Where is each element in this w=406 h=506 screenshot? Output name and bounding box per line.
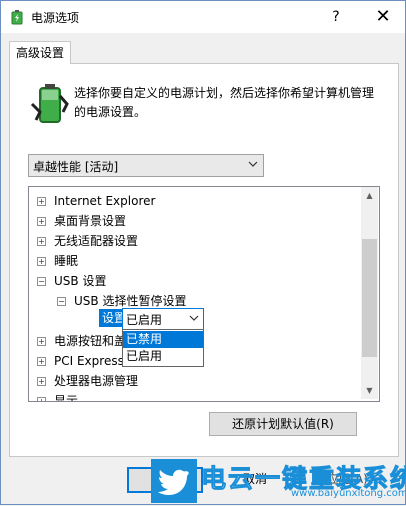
expand-icon[interactable]: + (37, 217, 46, 226)
usb-suspend-value-combo[interactable]: 已启用 (122, 308, 204, 330)
restore-defaults-button[interactable]: 还原计划默认值(R) (209, 412, 357, 436)
watermark: 电云一键重装系统 www.baiyunxitong.com (151, 459, 406, 503)
power-options-app-icon (11, 10, 23, 25)
expand-icon[interactable]: + (37, 257, 46, 266)
power-plan-select-value: 卓越性能 [活动] (33, 160, 119, 174)
power-options-window: 电源选项 ? ✕ 高级设置 选择你要自定义的电源计划，然后选择你希望计算机管理的… (0, 0, 406, 505)
expand-icon[interactable]: + (37, 397, 46, 401)
window-title: 电源选项 (31, 11, 80, 25)
tree-item-label: 电源按钮和盖 (54, 334, 127, 348)
chevron-down-icon (248, 161, 258, 167)
tab-advanced-settings[interactable]: 高级设置 (9, 41, 71, 64)
scroll-up-arrow-icon[interactable]: ▲ (361, 187, 378, 204)
vertical-scrollbar[interactable]: ▲ ▼ (361, 187, 378, 399)
expand-icon[interactable]: + (37, 197, 46, 206)
tree-item-label: 显示 (54, 394, 79, 402)
expand-icon[interactable]: + (37, 237, 46, 246)
tree-item-label: 无线适配器设置 (54, 234, 139, 248)
dropdown-option-enabled[interactable]: 已启用 (123, 348, 203, 365)
settings-tree[interactable]: + Internet Explorer + 桌面背景设置 + 无线适配器设置 +… (28, 186, 380, 402)
tree-item-label: 桌面背景设置 (54, 214, 127, 228)
tree-item-label: Internet Explorer (54, 194, 156, 208)
description-text: 选择你要自定义的电源计划，然后选择你希望计算机管理的电源设置。 (74, 86, 375, 119)
expand-icon[interactable]: + (37, 377, 46, 386)
scroll-down-arrow-icon[interactable]: ▼ (361, 382, 378, 399)
collapse-icon[interactable]: − (37, 277, 46, 286)
tree-item-label: 睡眠 (54, 254, 79, 268)
dropdown-option-disabled[interactable]: 已禁用 (123, 331, 203, 348)
tree-item-label: 处理器电源管理 (54, 374, 139, 388)
expand-icon[interactable]: + (37, 337, 46, 346)
battery-icon (30, 84, 69, 123)
tree-item-label: USB 设置 (54, 274, 107, 288)
combo-dropdown-list[interactable]: 已禁用 已启用 (122, 329, 204, 367)
watermark-logo (151, 459, 197, 503)
title-bar: 电源选项 ? ✕ (1, 1, 405, 33)
tree-item-label: PCI Express (54, 354, 124, 368)
scrollbar-thumb[interactable] (362, 239, 377, 357)
collapse-icon[interactable]: − (57, 297, 66, 306)
twitter-bird-icon (158, 469, 189, 495)
expand-icon[interactable]: + (37, 357, 46, 366)
advanced-settings-panel: 选择你要自定义的电源计划，然后选择你希望计算机管理的电源设置。 卓越性能 [活动… (9, 63, 399, 457)
watermark-url: www.baiyunxitong.com (291, 488, 406, 499)
close-button[interactable]: ✕ (365, 3, 401, 31)
chevron-down-icon (189, 315, 199, 321)
power-plan-select[interactable]: 卓越性能 [活动] (28, 154, 264, 177)
combo-value: 已启用 (126, 313, 163, 327)
help-button[interactable]: ? (321, 5, 351, 29)
